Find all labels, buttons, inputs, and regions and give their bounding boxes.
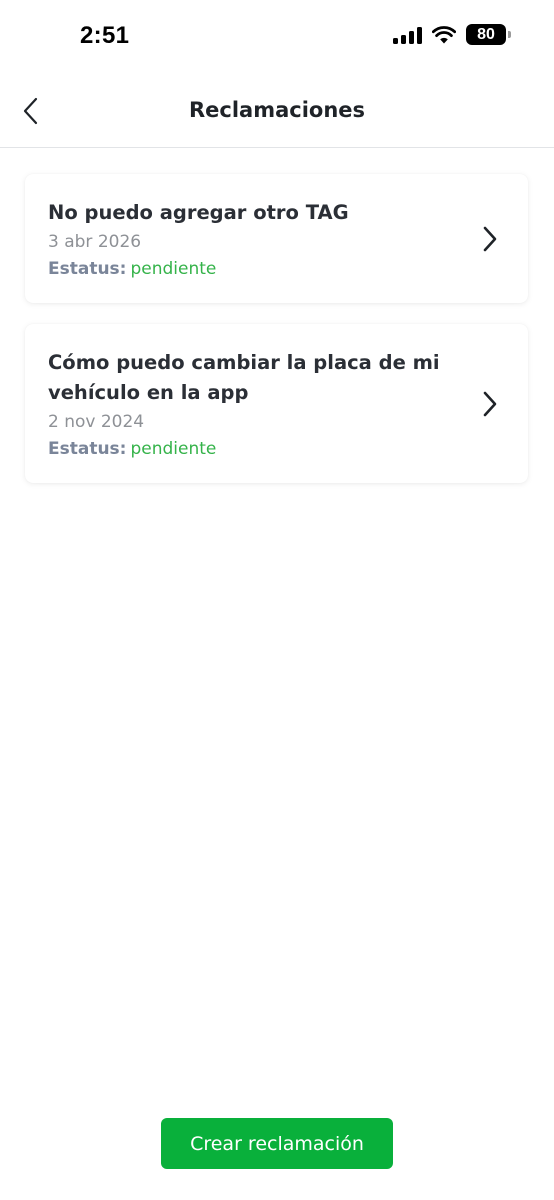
claim-title: Cómo puedo cambiar la placa de mi vehícu…: [48, 351, 440, 404]
battery-icon: 80: [466, 24, 511, 45]
battery-cap: [508, 31, 511, 38]
claim-date: 3 abr 2026: [48, 232, 142, 252]
status-icons: 80: [393, 24, 511, 45]
status-label: Estatus:: [48, 259, 127, 279]
claim-status: Estatus: pendiente: [48, 255, 458, 283]
create-claim-button[interactable]: Crear reclamación: [161, 1118, 393, 1169]
wifi-icon: [432, 25, 456, 43]
claims-list: No puedo agregar otro TAG 3 abr 2026 Est…: [25, 174, 528, 504]
nav-header: Reclamaciones: [0, 74, 554, 148]
status-time: 2:51: [80, 22, 130, 49]
battery-level: 80: [477, 25, 495, 43]
claim-status: Estatus: pendiente: [48, 435, 458, 463]
chevron-right-icon: [480, 390, 500, 418]
chevron-right-icon: [480, 225, 500, 253]
status-badge: pendiente: [130, 259, 217, 279]
status-label: Estatus:: [48, 439, 127, 459]
claim-card[interactable]: Cómo puedo cambiar la placa de mi vehícu…: [25, 324, 528, 483]
claim-title: No puedo agregar otro TAG: [48, 201, 349, 224]
page-title: Reclamaciones: [188, 98, 366, 122]
status-bar: 2:51 80: [0, 0, 554, 74]
signal-icon: [393, 26, 422, 44]
claim-date: 2 nov 2024: [48, 412, 145, 432]
claim-card[interactable]: No puedo agregar otro TAG 3 abr 2026 Est…: [25, 174, 528, 303]
screen: 2:51 80 Reclamaciones No puedo agregar o…: [0, 0, 554, 1200]
status-badge: pendiente: [130, 439, 217, 459]
